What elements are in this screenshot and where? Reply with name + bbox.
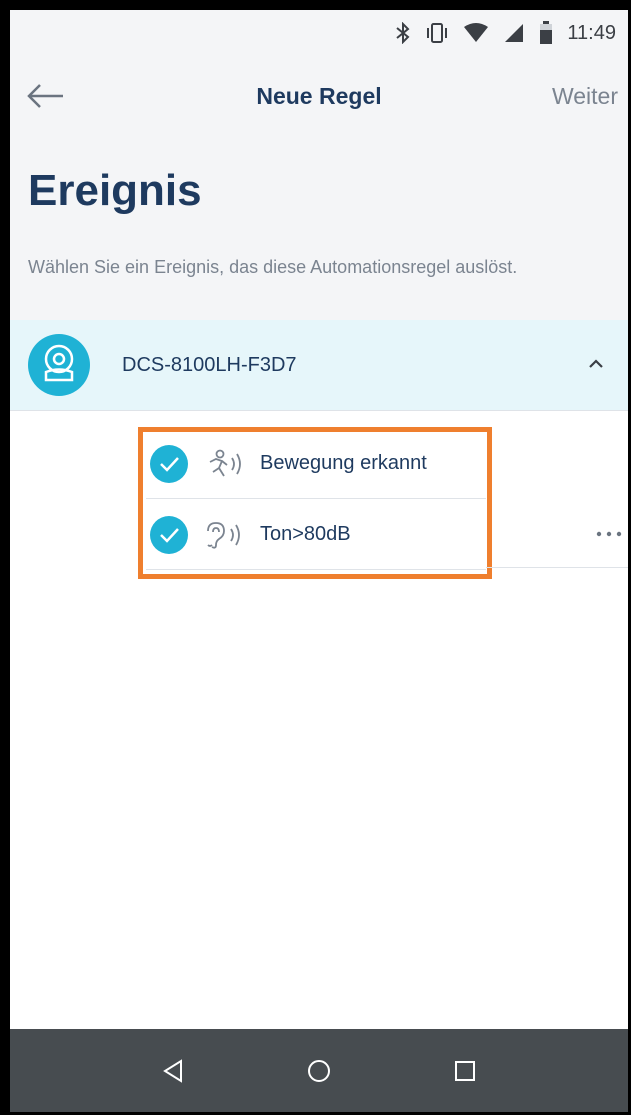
wifi-icon: [463, 22, 489, 44]
motion-sound-icon: [200, 448, 248, 480]
status-bar: 11:49: [10, 10, 628, 56]
camera-icon: [28, 334, 90, 396]
ear-sound-icon: [200, 519, 248, 551]
event-list: Bewegung erkannt Ton>80dB: [146, 428, 486, 570]
back-triangle-icon[interactable]: [153, 1051, 193, 1091]
event-item-motion[interactable]: Bewegung erkannt: [146, 428, 486, 499]
cell-signal-icon: [503, 22, 525, 44]
system-nav-bar: [10, 1029, 628, 1112]
battery-icon: [539, 21, 553, 45]
divider: [486, 567, 628, 568]
chevron-up-icon[interactable]: [586, 354, 606, 374]
event-item-sound[interactable]: Ton>80dB: [146, 499, 486, 570]
more-horizontal-icon[interactable]: [594, 524, 624, 544]
app-bar: Neue Regel Weiter: [10, 56, 628, 136]
checkmark-icon[interactable]: [150, 516, 188, 554]
back-button[interactable]: [26, 78, 66, 114]
arrow-left-icon: [27, 84, 63, 108]
bluetooth-icon: [395, 22, 411, 44]
checkmark-icon[interactable]: [150, 445, 188, 483]
device-name: DCS-8100LH-F3D7: [122, 354, 297, 376]
event-label: Bewegung erkannt: [260, 452, 427, 474]
divider: [10, 410, 628, 411]
device-row[interactable]: DCS-8100LH-F3D7: [10, 320, 628, 410]
page-header: Ereignis Wählen Sie ein Ereignis, das di…: [10, 136, 628, 320]
screen-title: Neue Regel: [256, 83, 382, 109]
recents-square-icon[interactable]: [445, 1051, 485, 1091]
page-description: Wählen Sie ein Ereignis, das diese Autom…: [28, 257, 518, 277]
status-time: 11:49: [567, 21, 616, 44]
page-title: Ereignis: [28, 166, 202, 215]
home-circle-icon[interactable]: [299, 1051, 339, 1091]
next-button[interactable]: Weiter: [552, 56, 618, 136]
vibrate-icon: [425, 22, 449, 44]
event-label: Ton>80dB: [260, 523, 351, 545]
app-screen: 11:49 Neue Regel Weiter Ereignis Wählen …: [10, 10, 628, 1112]
